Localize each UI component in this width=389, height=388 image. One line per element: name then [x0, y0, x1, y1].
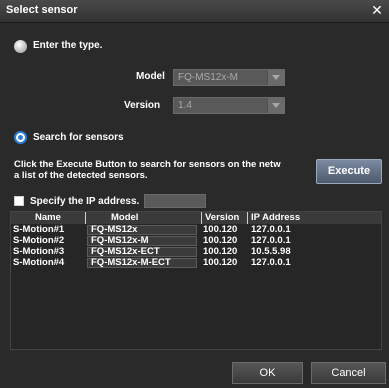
cell-ip: 10.5.5.98	[251, 246, 291, 257]
cell-model: FQ-MS12x-M-ECT	[91, 257, 171, 268]
version-label: Version	[124, 100, 161, 111]
model-select-value: FQ-MS12x-M	[178, 72, 238, 83]
cell-version: 100.120	[203, 257, 238, 268]
cell-version: 100.120	[203, 224, 238, 235]
column-separator: ​	[85, 212, 86, 224]
table-row[interactable]: S-Motion#1 FQ-MS12x 100.120 127.0.0.1	[11, 225, 381, 235]
cell-version: 100.120	[203, 246, 238, 257]
column-header-version[interactable]: Version	[201, 212, 239, 224]
table-row[interactable]: S-Motion#2 FQ-MS12x-M 100.120 127.0.0.1	[11, 236, 381, 246]
enter-type-radio[interactable]	[14, 40, 27, 53]
model-select[interactable]: FQ-MS12x-M	[173, 69, 285, 86]
cell-name: S-Motion#3	[13, 246, 65, 257]
search-sensors-label: Search for sensors	[33, 132, 124, 143]
column-header-ip[interactable]: IP Address	[247, 212, 300, 224]
table-row[interactable]: S-Motion#3 FQ-MS12x-ECT 100.120 10.5.5.9…	[11, 247, 381, 257]
cell-model: FQ-MS12x	[91, 224, 138, 235]
cell-model: FQ-MS12x-M	[91, 235, 149, 246]
window-title: Select sensor	[6, 4, 78, 16]
column-header-name[interactable]: Name	[35, 212, 61, 224]
model-label: Model	[136, 71, 165, 82]
cell-version: 100.120	[203, 235, 238, 246]
cell-ip: 127.0.0.1	[251, 235, 291, 246]
close-icon[interactable]: ✕	[368, 2, 386, 19]
cell-name: S-Motion#1	[13, 224, 65, 235]
execute-button[interactable]: Execute	[316, 159, 382, 184]
search-description-line1: Click the Execute Button to search for s…	[14, 159, 281, 170]
cell-name: S-Motion#4	[13, 257, 65, 268]
cell-ip: 127.0.0.1	[251, 224, 291, 235]
chevron-down-icon	[267, 70, 284, 85]
cell-model: FQ-MS12x-ECT	[91, 246, 160, 257]
table-row[interactable]: S-Motion#4 FQ-MS12x-M-ECT 100.120 127.0.…	[11, 258, 381, 268]
table-header: Name ​ Model Version IP Address	[11, 212, 381, 224]
specify-ip-label: Specify the IP address.	[30, 196, 140, 207]
title-bar: Select sensor ✕	[0, 0, 389, 23]
cell-ip: 127.0.0.1	[251, 257, 291, 268]
specify-ip-checkbox[interactable]	[14, 196, 24, 206]
cancel-button[interactable]: Cancel	[311, 362, 386, 384]
ip-address-input[interactable]	[144, 194, 206, 208]
enter-type-label: Enter the type.	[33, 40, 103, 51]
cell-name: S-Motion#2	[13, 235, 65, 246]
column-header-model[interactable]: Model	[111, 212, 138, 224]
search-sensors-radio[interactable]	[14, 131, 27, 144]
search-description: Click the Execute Button to search for s…	[14, 159, 314, 181]
search-description-line2: a list of the detected sensors.	[14, 170, 148, 181]
version-select[interactable]: 1.4	[173, 97, 285, 114]
sensor-table: Name ​ Model Version IP Address S-Motion…	[10, 211, 382, 350]
version-select-value: 1.4	[178, 100, 192, 111]
ok-button[interactable]: OK	[232, 362, 303, 384]
chevron-down-icon	[267, 98, 284, 113]
